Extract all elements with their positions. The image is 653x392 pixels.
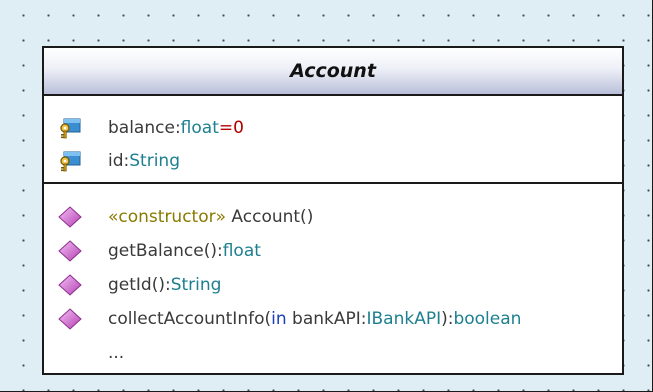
class-header[interactable]: Account bbox=[44, 48, 622, 96]
attribute-row[interactable]: id:String bbox=[44, 144, 622, 177]
attributes-compartment: balance:float=0 id:String bbox=[44, 96, 622, 184]
operation-row[interactable]: getId():String bbox=[44, 268, 622, 302]
class-name: Account bbox=[290, 60, 376, 82]
operation-row[interactable]: «constructor» Account() bbox=[44, 200, 622, 234]
operation-text: collectAccountInfo(in bankAPI:IBankAPI):… bbox=[108, 309, 522, 329]
operation-diamond-icon bbox=[58, 206, 82, 228]
operations-compartment: «constructor» Account() getBalance():flo… bbox=[44, 184, 622, 370]
more-ellipsis: ... bbox=[108, 343, 125, 363]
operation-row[interactable]: collectAccountInfo(in bankAPI:IBankAPI):… bbox=[44, 302, 622, 336]
operation-diamond-icon bbox=[58, 274, 82, 296]
diagram-canvas[interactable]: Account balance:float=0 id:String «const… bbox=[0, 0, 653, 392]
attribute-text: id:String bbox=[108, 150, 180, 171]
private-attribute-key-icon bbox=[60, 151, 81, 171]
operation-diamond-icon bbox=[58, 240, 82, 262]
more-row: ... bbox=[44, 336, 622, 370]
attribute-text: balance:float=0 bbox=[108, 117, 244, 138]
private-attribute-key-icon bbox=[60, 118, 81, 138]
operation-row[interactable]: getBalance():float bbox=[44, 234, 622, 268]
operation-text: getBalance():float bbox=[108, 241, 261, 261]
class-account[interactable]: Account balance:float=0 id:String «const… bbox=[42, 46, 624, 375]
operation-text: «constructor» Account() bbox=[108, 207, 314, 227]
operation-text: getId():String bbox=[108, 275, 222, 295]
attribute-row[interactable]: balance:float=0 bbox=[44, 111, 622, 144]
operation-diamond-icon bbox=[58, 308, 82, 330]
